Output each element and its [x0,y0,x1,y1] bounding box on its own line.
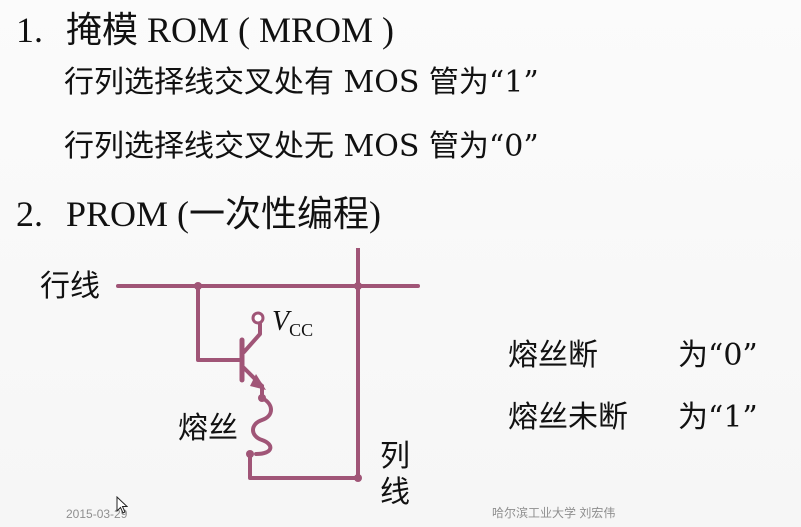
fuse-bottom-node [246,450,254,458]
footer-author: 哈尔滨工业大学 刘宏伟 [492,506,616,520]
item-2-heading: 2. PROM (一次性编程) [16,196,381,232]
vcc-terminal [251,311,265,325]
item-1-line-2: 行列选择线交叉处无 MOS 管为“0” [64,129,539,164]
rule-fuse-blown-value: 为“0” [678,338,758,373]
column-line-label-1: 列 [380,439,410,474]
vcc-label: VCC [272,306,313,340]
rule-fuse-blown: 熔丝断 [508,338,598,373]
fuse-coil [251,396,273,456]
fuse-to-column-wire [248,452,360,480]
base-wire [196,284,242,362]
fuse-top-node [258,394,266,402]
item-1-number: 1. [16,10,43,50]
item-1-title: 掩模 ROM ( MROM ) [66,10,395,50]
row-column-junction-dot [354,282,362,290]
row-junction-dot [194,282,202,290]
row-line-label: 行线 [40,269,100,304]
vcc-subscript: CC [289,320,313,340]
item-1-line-1: 行列选择线交叉处有 MOS 管为“1” [64,65,539,100]
item-2-number: 2. [16,194,43,234]
circuit-wires [116,248,420,480]
slide: 1. 掩模 ROM ( MROM ) 行列选择线交叉处有 MOS 管为“1” 行列… [0,0,801,527]
item-1-heading: 1. 掩模 ROM ( MROM ) [16,12,394,48]
mouse-pointer-icon [116,496,128,514]
collector-wire [242,322,262,354]
fuse-label: 熔丝 [178,411,238,446]
item-2-title: PROM (一次性编程) [66,194,382,234]
prom-circuit-diagram: 行线 VCC 熔丝 列 线 [40,248,420,508]
column-junction-dot [354,474,362,482]
column-line-label-2: 线 [380,475,410,508]
rule-fuse-intact-value: 为“1” [678,400,758,435]
rule-fuse-intact: 熔丝未断 [508,400,628,435]
